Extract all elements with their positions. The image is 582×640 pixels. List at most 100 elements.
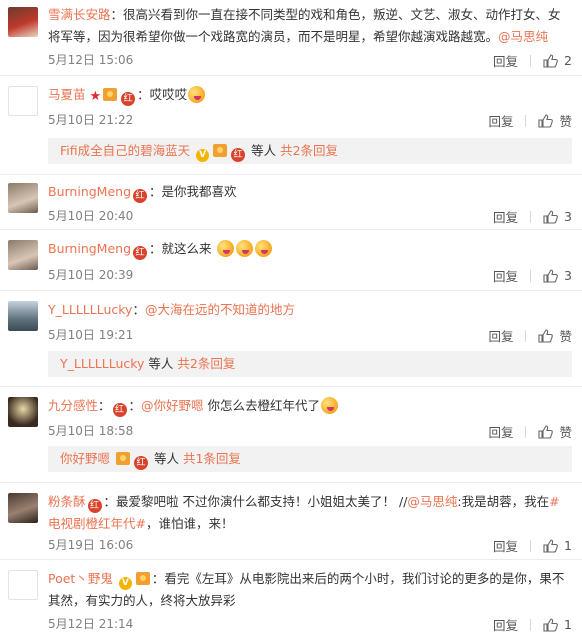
username-link[interactable]: 粉条酥	[48, 494, 86, 509]
comment-text: Y_LLLLLLucky：@大海在远的不知道的地方	[48, 302, 295, 317]
replies-total-link[interactable]: 共1条回复	[183, 451, 241, 466]
like-count: 3	[564, 268, 572, 283]
avatar[interactable]	[8, 240, 38, 270]
like-icon	[538, 328, 554, 343]
like-label: 赞	[559, 114, 572, 129]
red-badge-icon: 红	[134, 456, 148, 470]
reply-username-link[interactable]: 你好野嗯	[60, 451, 110, 466]
comment-body: 哎哎哎	[149, 87, 188, 102]
red-badge-icon: 红	[133, 246, 148, 260]
mention-link[interactable]: @你好野嗯	[141, 398, 204, 413]
vip-badge-icon: V	[196, 149, 210, 162]
like-button[interactable]: 赞	[538, 111, 572, 130]
comment-actions: 回复 3	[493, 266, 572, 285]
reply-username-link[interactable]: Fifi成全自己的碧海蓝天	[60, 143, 190, 158]
comment-item: 九分感性：红：@你好野嗯 你怎么去橙红年代了 5月10日 18:58 回复 赞 …	[0, 387, 582, 483]
red-badge-icon: 红	[231, 148, 246, 162]
like-button[interactable]: 1	[543, 617, 572, 632]
username-link[interactable]: 马夏苗	[48, 87, 86, 102]
avatar[interactable]	[8, 183, 38, 213]
replies-summary[interactable]: Y_LLLLLLucky 等人 共2条回复	[48, 351, 572, 377]
emoji-icon	[235, 240, 253, 257]
avatar[interactable]	[8, 86, 38, 116]
comment-text: 粉条酥红：最爱黎吧啦 不过你演什么都支持！小姐姐太美了！ //@马思纯:我是胡蓉…	[48, 494, 560, 531]
comment-text: 九分感性：红：@你好野嗯 你怎么去橙红年代了	[48, 395, 572, 417]
username-link[interactable]: BurningMeng	[48, 241, 131, 256]
like-button[interactable]: 赞	[538, 422, 572, 441]
username-link[interactable]: Y_LLLLLLucky	[48, 302, 132, 317]
username-link[interactable]: 雪满长安路	[48, 7, 111, 22]
like-icon	[543, 268, 558, 283]
avatar[interactable]	[8, 570, 38, 600]
like-icon	[538, 113, 554, 128]
red-badge-icon: 红	[87, 499, 102, 513]
like-button[interactable]: 2	[543, 53, 572, 68]
comment-text: BurningMeng 红：是你我都喜欢	[48, 184, 237, 203]
reply-button[interactable]: 回复	[488, 326, 513, 345]
medal-icon	[116, 452, 130, 465]
username-link[interactable]: BurningMeng	[48, 184, 131, 199]
emoji-icon	[216, 240, 234, 257]
emoji-icon	[254, 240, 272, 257]
comment-actions: 回复 赞	[488, 422, 572, 441]
vip-badge-icon: V	[118, 577, 132, 590]
timestamp: 5月10日 20:40	[48, 209, 134, 223]
timestamp: 5月12日 15:06	[48, 53, 134, 67]
replies-summary[interactable]: Fifi成全自己的碧海蓝天 V 红 等人 共2条回复	[48, 138, 572, 164]
timestamp: 5月10日 21:22	[48, 113, 134, 127]
replies-mid-text: 等人	[251, 143, 277, 158]
comment-item: BurningMeng 红：是你我都喜欢 5月10日 20:40 回复 3	[0, 175, 582, 230]
mention-link[interactable]: @大海在远的不知道的地方	[145, 302, 295, 317]
reply-button[interactable]: 回复	[493, 266, 518, 285]
replies-mid-text: 等人	[153, 451, 179, 466]
comment-body: 就这么来	[161, 241, 212, 256]
comment-item: Poet丶野鬼 V ：看完《左耳》从电影院出来后的两个小时，我们讨论的更多的是你，…	[0, 560, 582, 640]
avatar[interactable]	[8, 397, 38, 427]
replies-mid-text: 等人	[148, 356, 174, 371]
reply-button[interactable]: 回复	[488, 111, 513, 130]
username-link[interactable]: 九分感性	[48, 398, 98, 413]
comment-body-2: :我是胡蓉，我在	[457, 494, 550, 509]
replies-total-link[interactable]: 共2条回复	[177, 356, 235, 371]
avatar[interactable]	[8, 493, 38, 523]
emoji-icon	[188, 86, 206, 103]
avatar[interactable]	[8, 301, 38, 331]
medal-icon	[213, 144, 228, 157]
comment-actions: 回复 3	[493, 207, 572, 226]
comment-item: 雪满长安路：很高兴看到你一直在接不同类型的戏和角色，叛逆、文艺、淑女、动作打女、…	[0, 0, 582, 76]
like-button[interactable]: 3	[543, 268, 572, 283]
medal-icon	[103, 88, 118, 101]
like-button[interactable]: 3	[543, 209, 572, 224]
comment-text: Poet丶野鬼 V ：看完《左耳》从电影院出来后的两个小时，我们讨论的更多的是你，…	[48, 571, 565, 608]
comment-body: 你怎么去橙红年代了	[207, 398, 321, 413]
mention-link[interactable]: @马思纯	[407, 494, 457, 509]
reply-button[interactable]: 回复	[493, 536, 518, 555]
comment-text: 马夏苗 ★ 红：哎哎哎	[48, 84, 572, 108]
replies-total-link[interactable]: 共2条回复	[280, 143, 338, 158]
avatar[interactable]	[8, 7, 38, 37]
reply-button[interactable]: 回复	[488, 422, 513, 441]
comment-actions: 回复 1	[493, 615, 572, 634]
reply-username-link[interactable]: Y_LLLLLLucky	[60, 356, 144, 371]
comment-actions: 回复 2	[493, 51, 572, 70]
reply-button[interactable]: 回复	[493, 207, 518, 226]
mention-link[interactable]: @马思纯	[498, 29, 548, 44]
comment-body-3: ，谁怕谁，来！	[145, 516, 234, 531]
like-button[interactable]: 赞	[538, 326, 572, 345]
comment-item: 粉条酥红：最爱黎吧啦 不过你演什么都支持！小姐姐太美了！ //@马思纯:我是胡蓉…	[0, 483, 582, 560]
comment-item: Y_LLLLLLucky：@大海在远的不知道的地方 5月10日 19:21 回复…	[0, 291, 582, 387]
like-icon	[543, 617, 558, 632]
like-icon	[543, 538, 558, 553]
red-badge-icon: 红	[121, 92, 136, 106]
timestamp: 5月10日 19:21	[48, 328, 134, 342]
comment-actions: 回复 赞	[488, 111, 572, 130]
timestamp: 5月19日 16:06	[48, 538, 134, 552]
comment-item: BurningMeng 红：就这么来 5月10日 20:39 回复 3	[0, 230, 582, 291]
reply-button[interactable]: 回复	[493, 51, 518, 70]
replies-summary[interactable]: 你好野嗯 红 等人 共1条回复	[48, 446, 572, 472]
reply-button[interactable]: 回复	[493, 615, 518, 634]
like-button[interactable]: 1	[543, 538, 572, 553]
username-link[interactable]: Poet丶野鬼	[48, 571, 113, 586]
medal-icon	[135, 572, 150, 585]
like-label: 赞	[559, 329, 572, 344]
